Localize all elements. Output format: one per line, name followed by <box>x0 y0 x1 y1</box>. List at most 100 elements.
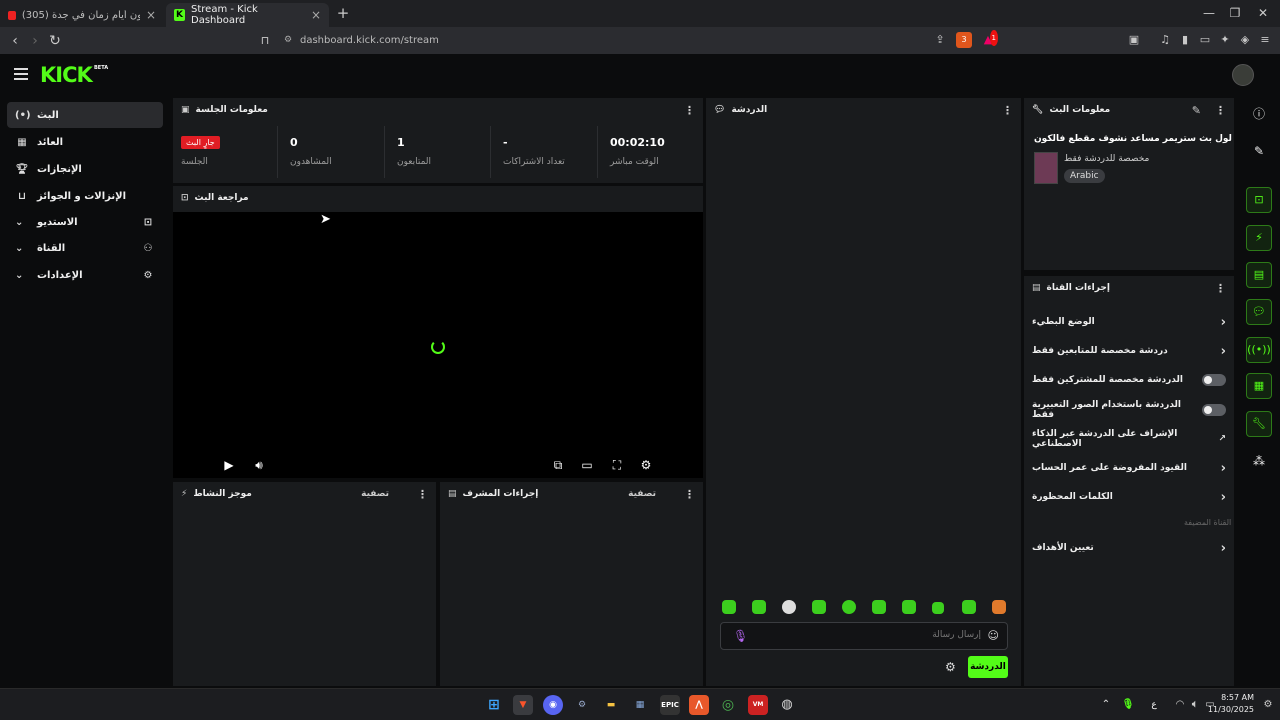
account-age-row[interactable]: القيود المفروضة على عمر الحساب › <box>1032 456 1226 480</box>
media-icon[interactable]: ♫ <box>1157 32 1173 48</box>
file-explorer-icon[interactable]: ▬ <box>601 695 621 715</box>
input-language-indicator[interactable]: ع <box>1144 695 1164 715</box>
rewards-icon[interactable]: ▲ 1 <box>980 30 998 48</box>
brave-shield-icon[interactable]: 3 <box>956 32 972 48</box>
add-widget-icon[interactable]: ⁂ <box>1246 448 1272 474</box>
sidebar-item-channel[interactable]: ⌄ القناة ⚇ <box>7 235 163 261</box>
avatar[interactable] <box>1232 64 1254 86</box>
emote-icon[interactable] <box>932 602 944 614</box>
video-player[interactable]: ▶ 🔊︎ ⧉ ▭ ⛶ ⚙ <box>173 212 703 478</box>
share-icon[interactable]: ⇪ <box>932 32 948 48</box>
obs-icon[interactable]: ◍ <box>777 695 797 715</box>
chrome-icon[interactable]: ◎ <box>718 695 738 715</box>
document-tool-button[interactable]: ▤ <box>1246 262 1272 288</box>
set-goals-row[interactable]: تعيين الأهداف › <box>1032 536 1226 560</box>
browser-tab-youtube[interactable]: (305) فالكونز يعيشون أيام زمان في جدة | … <box>0 3 164 27</box>
browser-menu-icon[interactable]: ≡ <box>1257 32 1273 48</box>
more-options-icon[interactable]: ⋮ <box>684 104 695 117</box>
broadcast-tool-button[interactable]: ((•)) <box>1246 337 1272 363</box>
emote-icon[interactable] <box>842 600 856 614</box>
filter-button[interactable]: تصفية <box>361 489 389 499</box>
steam-icon[interactable]: ⚙ <box>572 695 592 715</box>
app-icon[interactable]: ⋀ <box>689 695 709 715</box>
emoji-icon[interactable]: ☺ <box>988 629 999 642</box>
subscribers-only-toggle[interactable] <box>1202 374 1226 386</box>
minimize-window-button[interactable]: — <box>1196 4 1222 22</box>
edit-icon[interactable]: ✎ <box>1246 138 1272 164</box>
back-button[interactable]: ‹ <box>5 31 25 51</box>
system-tray-chevron-icon[interactable]: ⌃ <box>1096 695 1116 715</box>
kick-logo[interactable]: KICK <box>40 63 93 87</box>
discord-icon[interactable]: ◉ <box>543 695 563 715</box>
sidebar-item-stream[interactable]: (•) البث <box>7 102 163 128</box>
site-settings-icon[interactable]: ⚙ <box>284 35 292 45</box>
reader-mode-icon[interactable]: ▣ <box>1126 32 1142 48</box>
lightning-tool-button[interactable]: ⚡︎ <box>1246 225 1272 251</box>
emote-icon[interactable] <box>962 600 976 614</box>
epic-games-icon[interactable]: EPIC <box>660 695 680 715</box>
player-settings-icon[interactable]: ⚙ <box>638 458 654 472</box>
sidebar-item-settings[interactable]: ⌄ الإعدادات ⚙ <box>7 262 163 288</box>
server-tool-button[interactable]: ▦ <box>1246 373 1272 399</box>
send-chat-button[interactable]: الدردشة <box>968 656 1008 678</box>
microsoft-store-icon[interactable]: ▦ <box>630 695 650 715</box>
chat-tool-button[interactable]: 💬︎ <box>1246 299 1272 325</box>
more-options-icon[interactable]: ⋮ <box>684 488 695 501</box>
sidebar-item-revenue[interactable]: ▦ العائد <box>7 129 163 155</box>
studio-tool-button[interactable]: ⊡ <box>1246 187 1272 213</box>
more-options-icon[interactable]: ⋮ <box>1215 282 1226 295</box>
followers-only-row[interactable]: دردشة مخصصة للمتابعين فقط › <box>1032 339 1226 363</box>
emote-icon[interactable] <box>902 600 916 614</box>
volume-icon[interactable]: 🔊︎ <box>251 458 267 473</box>
maximize-window-button[interactable]: ❐ <box>1222 4 1248 22</box>
clock-time[interactable]: 8:57 AM <box>1210 693 1254 702</box>
wallet-icon[interactable]: ▭ <box>1197 32 1213 48</box>
banned-words-row[interactable]: الكلمات المحظورة › <box>1032 485 1226 509</box>
more-options-icon[interactable]: ⋮ <box>1002 104 1013 117</box>
vpn-icon[interactable]: ◈ <box>1237 32 1253 48</box>
more-options-icon[interactable]: ⋮ <box>417 488 428 501</box>
emote-icon[interactable] <box>872 600 886 614</box>
slow-mode-row[interactable]: الوضع البطيء › <box>1032 310 1226 334</box>
close-tab-icon[interactable]: × <box>146 8 156 22</box>
chat-settings-icon[interactable]: ⚙ <box>945 660 956 674</box>
sidebar-item-drops[interactable]: ⊔ الإنزالات و الجوائز <box>7 183 163 209</box>
sidebar-item-studio[interactable]: ⌄ الاستديو ⊡ <box>7 209 163 235</box>
more-options-icon[interactable]: ⋮ <box>1215 104 1226 117</box>
new-tab-button[interactable]: + <box>334 4 352 22</box>
url-input[interactable]: dashboard.kick.com/stream <box>300 32 1000 50</box>
brave-browser-icon[interactable]: ▼ <box>513 695 533 715</box>
close-tab-icon[interactable]: × <box>311 8 321 22</box>
ai-moderation-row[interactable]: الإشراف على الدردشة عبر الذكاء الاصطناعي… <box>1032 427 1226 451</box>
emote-icon[interactable] <box>752 600 766 614</box>
chat-message-input[interactable]: 🎙︎ إرسال رسالة ☺ <box>720 622 1008 650</box>
browser-tab-kick[interactable]: K Stream - Kick Dashboard × <box>166 3 329 27</box>
emote-icon[interactable] <box>782 600 796 614</box>
reload-button[interactable]: ↻ <box>45 31 65 51</box>
menu-icon[interactable] <box>14 66 28 80</box>
sidebar-item-achievements[interactable]: 🏆︎ الإنجازات <box>7 156 163 182</box>
voicemeeter-icon[interactable]: VM <box>748 695 768 715</box>
sidebar-toggle-icon[interactable]: ▮ <box>1177 32 1193 48</box>
microphone-icon[interactable]: 🎙︎ <box>733 629 748 643</box>
info-icon[interactable]: ⓘ <box>1246 101 1272 127</box>
windows-start-icon[interactable]: ⊞ <box>484 695 504 715</box>
emote-icon[interactable] <box>722 600 736 614</box>
fullscreen-icon[interactable]: ⛶ <box>609 458 625 473</box>
emotes-only-toggle[interactable] <box>1202 404 1226 416</box>
edit-icon[interactable]: ✎ <box>1192 104 1201 117</box>
wrench-tool-button[interactable]: 🔧︎ <box>1246 411 1272 437</box>
emote-icon[interactable] <box>812 600 826 614</box>
clock-date[interactable]: 11/30/2025 <box>1196 705 1254 714</box>
filter-button[interactable]: تصفية <box>628 489 656 499</box>
picture-in-picture-icon[interactable]: ⧉ <box>550 458 566 473</box>
leo-ai-icon[interactable]: ✦ <box>1217 32 1233 48</box>
bookmark-icon[interactable]: ⊓ <box>255 31 275 51</box>
microphone-tray-icon[interactable]: 🎙︎ <box>1118 695 1138 715</box>
close-window-button[interactable]: ✕ <box>1250 4 1276 22</box>
emote-icon[interactable] <box>992 600 1006 614</box>
theater-mode-icon[interactable]: ▭ <box>579 458 595 472</box>
forward-button[interactable]: › <box>25 31 45 51</box>
play-icon[interactable]: ▶ <box>221 458 237 472</box>
notifications-icon[interactable]: ⚙ <box>1258 695 1278 715</box>
